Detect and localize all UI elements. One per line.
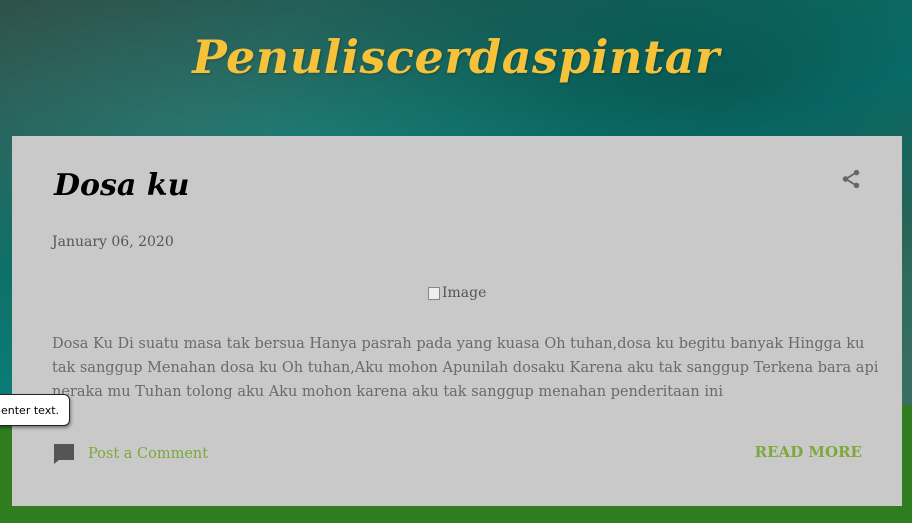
post-title[interactable]: Dosa ku [54,168,189,203]
post-body: Dosa Ku Di suatu masa tak bersua Hanya p… [52,336,879,400]
post-comment-link[interactable]: Post a Comment [52,442,208,466]
post-date[interactable]: January 06, 2020 [52,234,174,250]
comment-label: Post a Comment [88,446,209,462]
blog-title[interactable]: Penuliscerdaspintar [0,30,912,84]
post-image-alt: Image [442,285,487,301]
comment-icon [54,444,74,464]
broken-image-icon [428,286,440,300]
post-image[interactable]: Image [428,285,486,301]
tooltip: enter text. [0,394,71,426]
read-more-button[interactable]: READ MORE [755,443,862,461]
share-icon[interactable] [840,168,862,190]
post-card: Dosa ku January 06, 2020 Image Dosa Ku D… [12,136,902,506]
